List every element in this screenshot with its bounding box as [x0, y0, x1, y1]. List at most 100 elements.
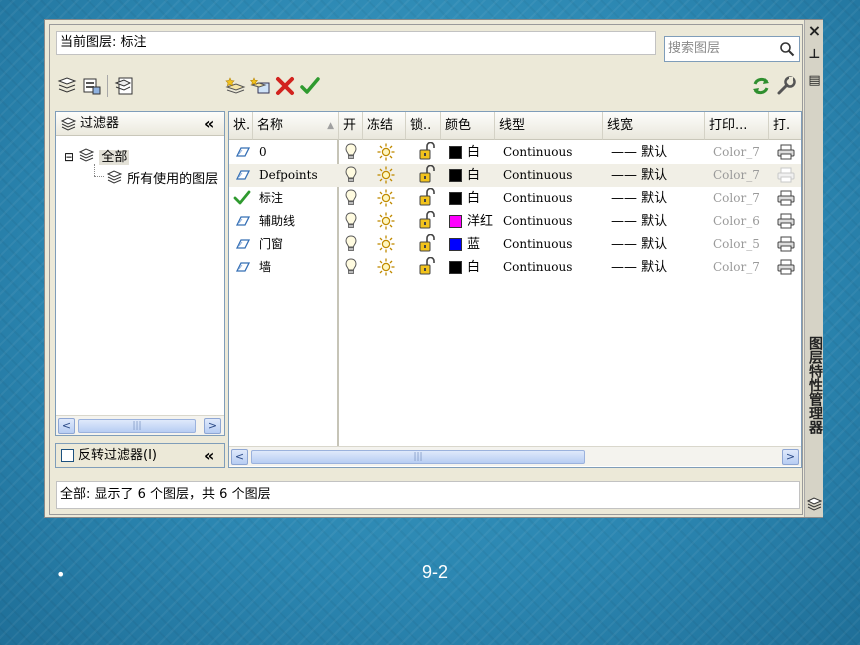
invert-filter-label[interactable]: 反转过滤器(I) — [78, 444, 157, 467]
layer-icon[interactable] — [233, 259, 251, 282]
color-swatch[interactable] — [449, 261, 462, 274]
collapse-tree-button[interactable]: « — [204, 112, 214, 136]
scroll-thumb[interactable]: ||| — [78, 419, 196, 433]
layer-name[interactable]: 0 — [259, 141, 267, 164]
lineweight[interactable]: —— 默认 — [611, 233, 667, 256]
layer-name[interactable]: 辅助线 — [259, 210, 295, 233]
color-swatch[interactable] — [449, 192, 462, 205]
linetype[interactable]: Continuous — [503, 210, 572, 233]
current-layer-display: 当前图层: 标注 — [56, 31, 656, 55]
layer-name[interactable]: 墙 — [259, 256, 271, 279]
properties-menu-icon[interactable]: ▤ — [807, 73, 822, 89]
search-icon[interactable] — [779, 41, 795, 57]
column-header-lock[interactable]: 锁.. — [406, 112, 441, 140]
table-row[interactable]: 墙 白 Continuous —— 默认 Color_7 — [229, 256, 801, 282]
lineweight[interactable]: —— 默认 — [611, 210, 667, 233]
new-layer-icon[interactable] — [224, 75, 246, 97]
bulb-on-icon[interactable] — [345, 143, 357, 166]
linetype[interactable]: Continuous — [503, 233, 572, 256]
sun-icon[interactable] — [377, 189, 395, 212]
color-name[interactable]: 白 — [467, 256, 480, 279]
set-current-icon[interactable] — [299, 75, 321, 97]
sun-icon[interactable] — [377, 166, 395, 189]
tree-horizontal-scrollbar[interactable]: < ||| > — [56, 415, 224, 435]
unlock-icon[interactable] — [419, 187, 435, 211]
plot-style: Color_5 — [713, 237, 760, 251]
lineweight[interactable]: —— 默认 — [611, 187, 667, 210]
sun-icon[interactable] — [377, 212, 395, 235]
delete-layer-icon[interactable] — [274, 75, 296, 97]
table-row[interactable]: Defpoints 白 Continuous —— 默认 Color_7 — [229, 164, 801, 189]
table-row[interactable]: 0 白 Continuous —— 默认 Color_7 — [229, 141, 801, 166]
lineweight[interactable]: —— 默认 — [611, 256, 667, 279]
table-row[interactable]: 门窗 蓝 Continuous —— 默认 Color_5 — [229, 233, 801, 258]
color-name[interactable]: 白 — [467, 187, 480, 210]
color-swatch[interactable] — [449, 238, 462, 251]
column-header-freeze[interactable]: 冻结 — [363, 112, 406, 140]
bulb-on-icon[interactable] — [345, 166, 357, 189]
new-property-filter-icon[interactable] — [56, 75, 78, 97]
color-name[interactable]: 白 — [467, 141, 480, 164]
auto-hide-icon[interactable]: ⊥ — [807, 47, 822, 63]
sun-icon[interactable] — [377, 143, 395, 166]
table-row[interactable]: 辅助线 洋红 Continuous —— 默认 Color_6 — [229, 210, 801, 235]
close-icon[interactable]: × — [807, 23, 822, 39]
collapse-tree-button[interactable]: « — [204, 444, 214, 467]
layers-icon — [807, 497, 822, 511]
column-header-plot-style[interactable]: 打印... — [705, 112, 769, 140]
color-name[interactable]: 白 — [467, 164, 480, 187]
column-header-on[interactable]: 开 — [339, 112, 363, 140]
tree-node-used-layers[interactable]: 所有使用的图层 — [106, 168, 218, 189]
sun-icon[interactable] — [377, 258, 395, 281]
column-header-plot[interactable]: 打. — [769, 112, 801, 140]
layer-name[interactable]: 标注 — [259, 187, 283, 210]
column-header-status[interactable]: 状. — [229, 112, 253, 140]
printer-icon[interactable] — [777, 259, 795, 282]
new-group-filter-icon[interactable] — [81, 75, 103, 97]
color-name[interactable]: 洋红 — [467, 210, 493, 233]
lineweight[interactable]: —— 默认 — [611, 141, 667, 164]
color-name[interactable]: 蓝 — [467, 233, 480, 256]
color-swatch[interactable] — [449, 215, 462, 228]
scroll-right-button[interactable]: > — [782, 449, 799, 465]
scroll-right-button[interactable]: > — [204, 418, 221, 434]
layer-states-manager-icon[interactable] — [114, 75, 136, 97]
refresh-icon[interactable] — [750, 75, 772, 97]
scroll-left-button[interactable]: < — [58, 418, 75, 434]
unlock-icon[interactable] — [419, 256, 435, 280]
bulb-on-icon[interactable] — [345, 235, 357, 258]
linetype[interactable]: Continuous — [503, 141, 572, 164]
layer-search-input[interactable]: 搜索图层 — [664, 36, 800, 62]
unlock-icon[interactable] — [419, 210, 435, 234]
linetype[interactable]: Continuous — [503, 187, 572, 210]
table-row[interactable]: 标注 白 Continuous —— 默认 Color_7 — [229, 187, 801, 212]
layer-name[interactable]: Defpoints — [259, 164, 318, 187]
sun-icon[interactable] — [377, 235, 395, 258]
new-layer-vp-frozen-icon[interactable] — [249, 75, 271, 97]
linetype[interactable]: Continuous — [503, 256, 572, 279]
column-header-color[interactable]: 颜色 — [441, 112, 495, 140]
color-swatch[interactable] — [449, 169, 462, 182]
scroll-thumb[interactable]: ||| — [251, 450, 585, 464]
tree-node-all[interactable]: ⊟ 全部 — [64, 146, 130, 167]
bulb-on-icon[interactable] — [345, 258, 357, 281]
column-header-name[interactable]: 名称 ▲ — [253, 112, 339, 140]
lineweight[interactable]: —— 默认 — [611, 164, 667, 187]
scroll-left-button[interactable]: < — [231, 449, 248, 465]
unlock-icon[interactable] — [419, 233, 435, 257]
settings-icon[interactable] — [775, 75, 797, 97]
invert-filter-row: 反转过滤器(I) « — [55, 443, 225, 468]
invert-filter-checkbox[interactable] — [61, 449, 74, 462]
unlock-icon[interactable] — [419, 141, 435, 165]
table-horizontal-scrollbar[interactable]: < ||| > — [229, 446, 801, 466]
unlock-icon[interactable] — [419, 164, 435, 188]
color-swatch[interactable] — [449, 146, 462, 159]
column-header-linetype[interactable]: 线型 — [495, 112, 603, 140]
bulb-on-icon[interactable] — [345, 212, 357, 235]
layer-name[interactable]: 门窗 — [259, 233, 283, 256]
bulb-on-icon[interactable] — [345, 189, 357, 212]
tree-expander-icon[interactable]: ⊟ — [64, 150, 74, 164]
palette-title-strip[interactable]: × ⊥ ▤ 图层特性管理器 — [804, 20, 823, 517]
column-header-lineweight[interactable]: 线宽 — [603, 112, 705, 140]
linetype[interactable]: Continuous — [503, 164, 572, 187]
